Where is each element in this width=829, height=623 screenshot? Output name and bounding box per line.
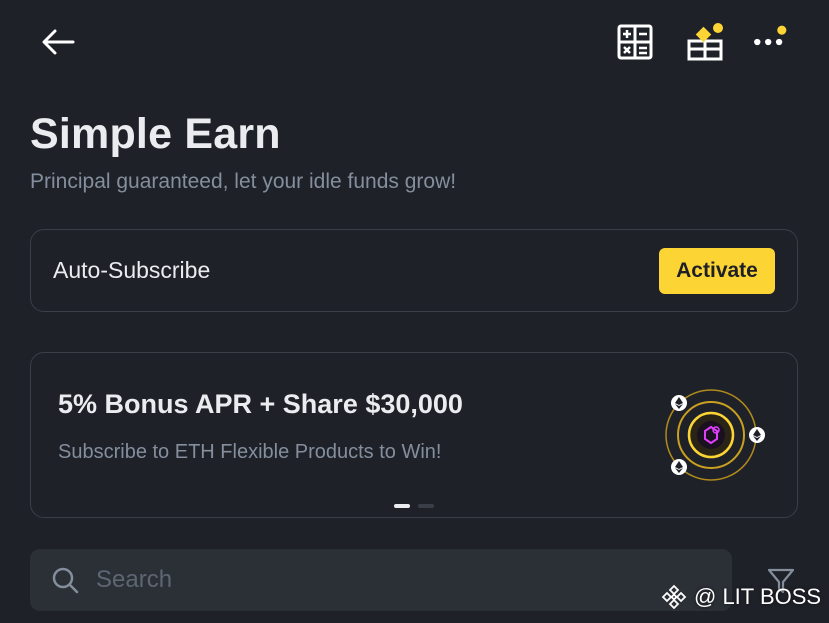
calculator-button[interactable] <box>615 22 655 62</box>
gift-icon <box>687 23 723 61</box>
carousel-indicator <box>394 504 434 508</box>
eth-token-icon <box>749 427 765 443</box>
eth-orbit-illustration <box>665 389 765 481</box>
more-dots-icon <box>754 25 787 46</box>
watermark-text: @ LIT BOSS <box>694 584 822 609</box>
binance-logo-icon <box>661 584 687 610</box>
auto-subscribe-label: Auto-Subscribe <box>53 257 211 283</box>
eth-token-icon <box>671 395 687 411</box>
page-title: Simple Earn <box>30 110 281 158</box>
activate-button[interactable]: Activate <box>659 248 775 294</box>
auto-subscribe-card: Auto-Subscribe Activate <box>30 229 798 312</box>
more-button[interactable] <box>750 22 790 62</box>
rewards-button[interactable] <box>684 22 724 62</box>
top-bar <box>0 0 829 90</box>
carousel-dot[interactable] <box>418 504 434 508</box>
calculator-icon <box>617 24 653 60</box>
eth-token-icon <box>671 459 687 475</box>
page-subtitle: Principal guaranteed, let your idle fund… <box>30 170 457 193</box>
search-bar[interactable] <box>30 549 732 611</box>
carousel-dot-active[interactable] <box>394 504 410 508</box>
promo-subtitle: Subscribe to ETH Flexible Products to Wi… <box>58 441 442 463</box>
search-input[interactable] <box>94 565 658 595</box>
back-button[interactable] <box>36 22 80 62</box>
promo-title: 5% Bonus APR + Share $30,000 <box>58 389 463 419</box>
promo-banner[interactable]: 5% Bonus APR + Share $30,000 Subscribe t… <box>30 352 798 518</box>
search-icon <box>50 565 80 595</box>
arrow-left-icon <box>42 29 75 55</box>
watermark: @ LIT BOSS <box>660 582 821 612</box>
